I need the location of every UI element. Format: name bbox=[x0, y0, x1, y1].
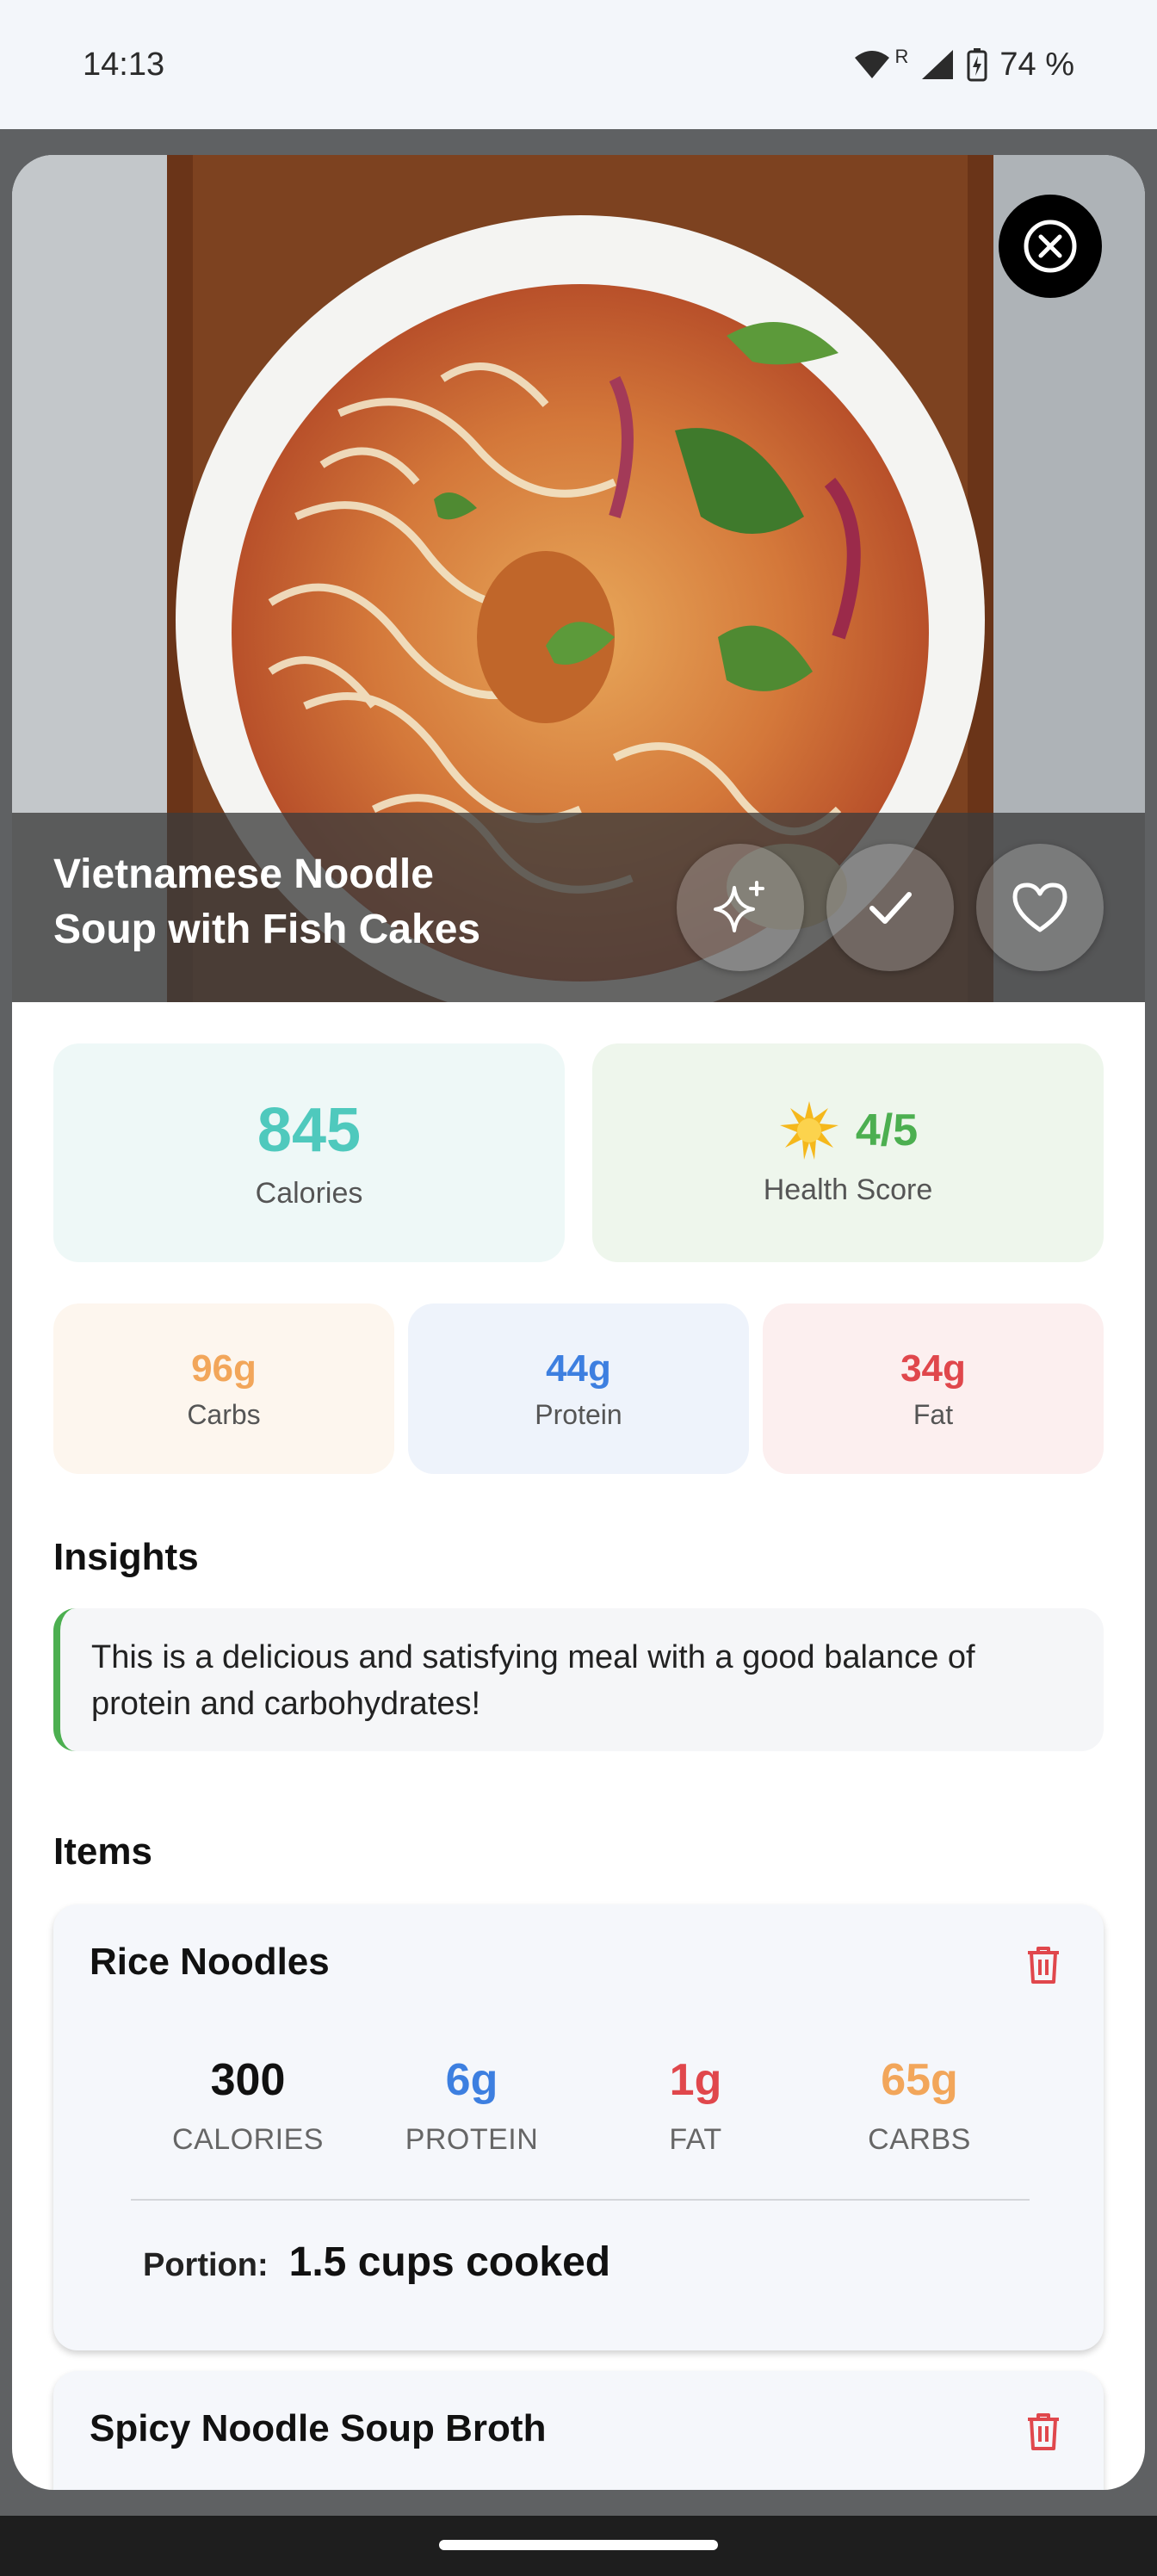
sparkles-icon bbox=[714, 881, 764, 932]
battery-percent: 74 % bbox=[999, 46, 1074, 83]
meal-photo: Vietnamese Noodle Soup with Fish Cakes bbox=[12, 155, 1145, 1002]
item-protein-label: PROTEIN bbox=[405, 2123, 539, 2156]
item-carbs-value: 65g bbox=[881, 2055, 958, 2105]
heart-icon bbox=[1012, 882, 1067, 932]
item-nutrition-row: 300 CALORIES 6g PROTEIN 1g FAT 65g CARBS bbox=[136, 2054, 1031, 2157]
item-card: Rice Noodles 300 CALORIES 6g PROTEIN 1g … bbox=[53, 1904, 1104, 2350]
ai-sparkle-button[interactable] bbox=[677, 844, 804, 971]
fat-value: 34g bbox=[900, 1347, 966, 1390]
status-icons: R 74 % bbox=[853, 46, 1074, 84]
item-name: Rice Noodles bbox=[90, 1941, 330, 1983]
battery-icon bbox=[967, 48, 987, 82]
item-calories-value: 300 bbox=[210, 2055, 286, 2105]
portion-label: Portion: bbox=[143, 2247, 269, 2283]
trash-icon bbox=[1028, 1947, 1059, 1984]
insights-heading: Insights bbox=[53, 1536, 199, 1578]
close-icon bbox=[1024, 220, 1077, 273]
roaming-indicator: R bbox=[894, 46, 909, 67]
carbs-card: 96g Carbs bbox=[53, 1303, 394, 1474]
item-carbs-label: CARBS bbox=[868, 2123, 971, 2156]
calories-card: 845 Calories bbox=[53, 1043, 565, 1262]
protein-card: 44g Protein bbox=[408, 1303, 749, 1474]
portion-value: 1.5 cups cooked bbox=[288, 2239, 611, 2285]
check-icon bbox=[869, 892, 912, 924]
carbs-label: Carbs bbox=[187, 1398, 261, 1430]
items-heading: Items bbox=[53, 1830, 152, 1873]
protein-label: Protein bbox=[535, 1398, 622, 1430]
meal-actions bbox=[677, 844, 1104, 971]
signal-icon bbox=[922, 50, 954, 79]
trash-icon bbox=[1028, 2413, 1059, 2450]
insight-box: This is a delicious and satisfying meal … bbox=[53, 1608, 1104, 1751]
health-score-card: 4/5 Health Score bbox=[592, 1043, 1104, 1262]
carbs-value: 96g bbox=[191, 1347, 257, 1390]
wifi-icon bbox=[855, 51, 890, 78]
item-portion: Portion: 1.5 cups cooked bbox=[143, 2239, 610, 2286]
delete-item-button[interactable] bbox=[1024, 2411, 1062, 2456]
meal-detail-sheet: Vietnamese Noodle Soup with Fish Cakes 8… bbox=[12, 155, 1145, 2490]
fat-label: Fat bbox=[913, 1398, 954, 1430]
status-time: 14:13 bbox=[83, 46, 165, 83]
favorite-button[interactable] bbox=[976, 844, 1104, 971]
home-gesture-handle[interactable] bbox=[439, 2540, 718, 2550]
item-card: Spicy Noodle Soup Broth bbox=[53, 2371, 1104, 2490]
protein-value: 44g bbox=[546, 1347, 611, 1390]
title-overlay: Vietnamese Noodle Soup with Fish Cakes bbox=[12, 813, 1145, 1002]
calories-value: 845 bbox=[257, 1095, 362, 1165]
sun-star-icon bbox=[779, 1100, 838, 1160]
item-protein-value: 6g bbox=[445, 2055, 498, 2105]
log-meal-button[interactable] bbox=[826, 844, 954, 971]
item-fat-label: FAT bbox=[669, 2123, 722, 2156]
delete-item-button[interactable] bbox=[1024, 1944, 1062, 1990]
close-button[interactable] bbox=[999, 195, 1102, 298]
item-calories-label: CALORIES bbox=[172, 2123, 324, 2156]
calories-label: Calories bbox=[255, 1176, 363, 1210]
item-fat-value: 1g bbox=[669, 2055, 722, 2105]
health-score-label: Health Score bbox=[763, 1173, 933, 1206]
status-bar: 14:13 R 74 % bbox=[0, 0, 1157, 129]
health-score-value: 4/5 bbox=[855, 1105, 919, 1155]
fat-card: 34g Fat bbox=[763, 1303, 1104, 1474]
item-divider bbox=[131, 2199, 1030, 2201]
item-name: Spicy Noodle Soup Broth bbox=[90, 2407, 547, 2449]
meal-title: Vietnamese Noodle Soup with Fish Cakes bbox=[53, 851, 481, 952]
